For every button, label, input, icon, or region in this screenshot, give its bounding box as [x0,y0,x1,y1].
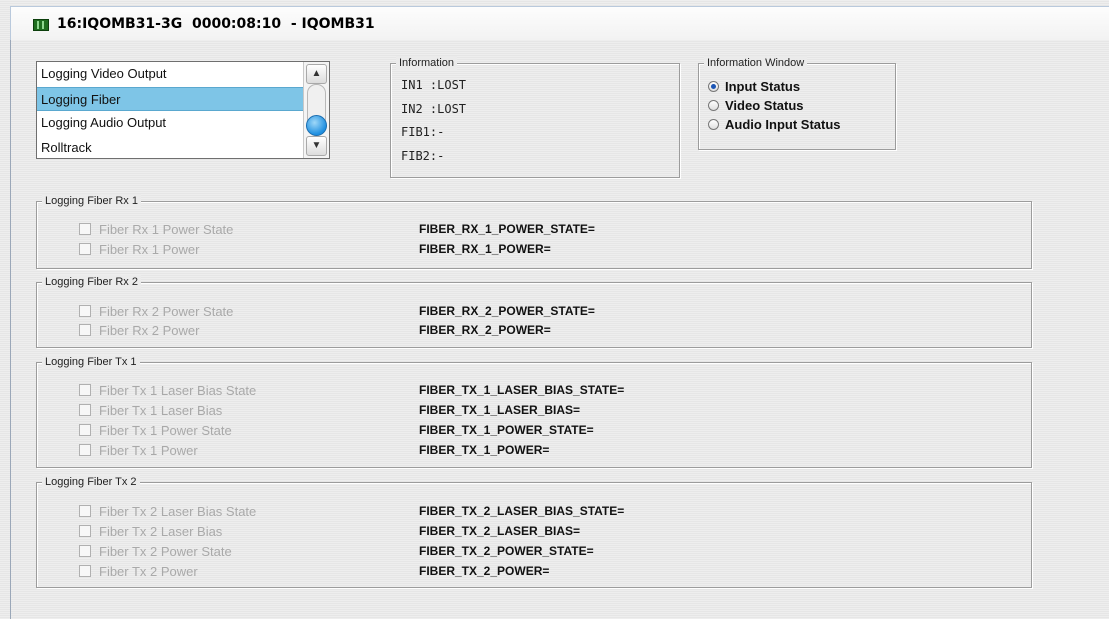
info-line-fib2: FIB2:- [401,148,445,163]
checkbox[interactable] [79,223,91,235]
checkbox-label: Fiber Tx 2 Laser Bias State [99,504,257,519]
section-title: Logging Fiber Rx 1 [42,194,141,208]
information-group: Information IN1 :LOST IN2 :LOST FIB1:- F… [390,56,680,178]
info-line-in1: IN1 :LOST [401,78,467,92]
chevron-up-icon: ▲ [311,68,322,79]
param-value: FIBER_RX_2_POWER= [419,323,551,337]
checkbox[interactable] [79,384,91,396]
section-title: Logging Fiber Tx 2 [42,475,140,489]
section-logging-fiber-rx-2: Logging Fiber Rx 2 Fiber Rx 2 Power Stat… [36,275,1032,348]
checkbox-label: Fiber Tx 2 Power [99,564,198,579]
window-title: 16:IQOMB31-3G 0000:08:10 - IQOMB31 [57,16,375,32]
information-group-title: Information [396,56,458,70]
checkbox-label: Fiber Tx 2 Laser Bias [99,524,223,539]
info-line-fib1: FIB1:- [401,125,445,139]
radio-label: Audio Input Status [725,117,841,132]
param-value: FIBER_RX_1_POWER_STATE= [419,222,595,236]
radio-label: Video Status [725,98,804,113]
status-grid-icon [33,19,49,31]
radio-label: Input Status [725,79,801,94]
window-title-bar[interactable]: 16:IQOMB31-3G 0000:08:10 - IQOMB31 [10,6,1109,40]
checkbox-label: Fiber Rx 1 Power State [99,222,234,237]
chevron-down-icon: ▼ [311,140,322,151]
param-value: FIBER_TX_2_POWER= [419,564,550,578]
param-value: FIBER_TX_1_POWER_STATE= [419,423,594,437]
param-value: FIBER_TX_1_LASER_BIAS= [419,403,581,417]
radio-button[interactable] [708,100,719,111]
scroll-down-button[interactable]: ▼ [306,136,327,156]
checkbox[interactable] [79,545,91,557]
checkbox-label: Fiber Rx 1 Power [99,242,200,257]
checkbox-label: Fiber Rx 2 Power [99,323,200,338]
checkbox[interactable] [79,243,91,255]
list-item-logging-video-output[interactable]: Logging Video Output [37,62,329,87]
scroll-up-button[interactable]: ▲ [306,64,327,84]
param-value: FIBER_TX_2_LASER_BIAS= [419,524,581,538]
list-item-rolltrack[interactable]: Rolltrack [37,136,329,159]
section-logging-fiber-tx-2: Logging Fiber Tx 2 Fiber Tx 2 Laser Bias… [36,475,1032,588]
checkbox-label: Fiber Tx 1 Power State [99,423,232,438]
checkbox-label: Fiber Tx 1 Power [99,443,198,458]
checkbox-label: Fiber Tx 2 Power State [99,544,232,559]
list-item-logging-fiber[interactable]: Logging Fiber [37,86,329,111]
list-scrollbar[interactable]: ▲ ▼ [303,62,329,158]
param-value: FIBER_TX_1_POWER= [419,443,550,457]
section-logging-fiber-tx-1: Logging Fiber Tx 1 Fiber Tx 1 Laser Bias… [36,355,1032,468]
checkbox[interactable] [79,324,91,336]
checkbox-label: Fiber Tx 1 Laser Bias [99,403,223,418]
param-value: FIBER_TX_2_LASER_BIAS_STATE= [419,504,625,518]
checkbox[interactable] [79,565,91,577]
section-title: Logging Fiber Tx 1 [42,355,140,369]
checkbox[interactable] [79,505,91,517]
param-value: FIBER_RX_1_POWER= [419,242,551,256]
checkbox-label: Fiber Tx 1 Laser Bias State [99,383,257,398]
section-logging-fiber-rx-1: Logging Fiber Rx 1 Fiber Rx 1 Power Stat… [36,194,1032,269]
checkbox[interactable] [79,444,91,456]
logging-category-list[interactable]: Logging Video Output Logging Fiber Loggi… [36,61,330,159]
checkbox[interactable] [79,404,91,416]
param-value: FIBER_TX_2_POWER_STATE= [419,544,594,558]
param-value: FIBER_RX_2_POWER_STATE= [419,304,595,318]
section-title: Logging Fiber Rx 2 [42,275,141,289]
window-frame-left [10,40,11,619]
checkbox[interactable] [79,525,91,537]
radio-button[interactable] [708,119,719,130]
scroll-thumb[interactable] [306,115,327,136]
information-window-title: Information Window [704,56,808,70]
checkbox-label: Fiber Rx 2 Power State [99,304,234,319]
info-line-in2: IN2 :LOST [401,101,467,116]
checkbox[interactable] [79,305,91,317]
list-item-logging-audio-output[interactable]: Logging Audio Output [37,111,329,136]
checkbox[interactable] [79,424,91,436]
radio-button-checked[interactable] [708,81,719,92]
information-window-group: Information Window Input Status Video St… [698,56,896,150]
param-value: FIBER_TX_1_LASER_BIAS_STATE= [419,383,625,397]
